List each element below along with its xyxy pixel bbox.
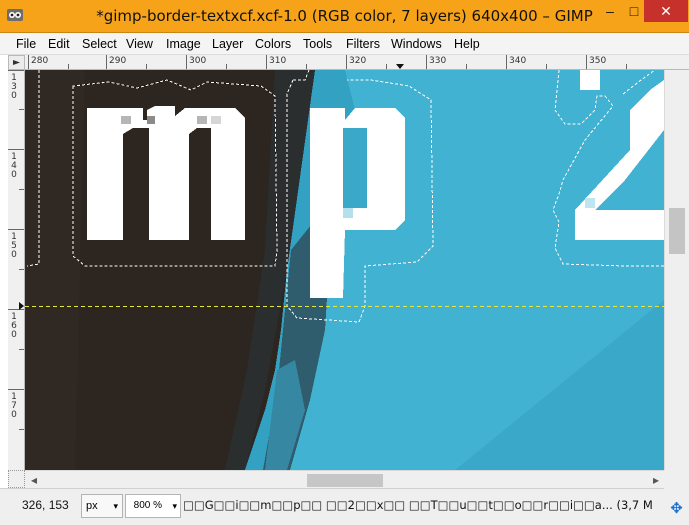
letter-shade: [121, 116, 131, 124]
ruler-label: 290: [109, 56, 127, 66]
menu-windows[interactable]: Windows: [391, 33, 442, 55]
ruler-label-text: 160: [9, 312, 19, 339]
navigate-icon: ✥: [670, 500, 683, 517]
horizontal-scroll-thumb[interactable]: [307, 474, 383, 487]
window-title: *gimp-border-textxcf.xcf-1.0 (RGB color,…: [96, 7, 593, 25]
chevron-down-icon: ▾: [172, 501, 177, 511]
close-button[interactable]: ✕: [644, 0, 688, 22]
ruler-label: 280: [31, 56, 49, 66]
ruler-label: 340: [509, 56, 527, 66]
letter-p-counter: [343, 128, 367, 208]
menu-edit[interactable]: Edit: [48, 33, 70, 55]
horizontal-scrollbar[interactable]: ◂ ▸: [25, 470, 664, 488]
scroll-left-icon[interactable]: ◂: [27, 473, 41, 487]
ruler-label: 170: [9, 392, 19, 419]
vertical-ruler[interactable]: 130 140 150 160 170: [8, 70, 25, 470]
quick-mask-toggle[interactable]: [8, 470, 25, 488]
ruler-label-text: 130: [9, 73, 19, 100]
menu-layer[interactable]: Layer: [212, 33, 243, 55]
ruler-label-text: 140: [9, 152, 19, 179]
zoom-value: 800 %: [133, 500, 162, 511]
vertical-scrollbar[interactable]: [664, 70, 689, 470]
zoom-select[interactable]: 800 % ▾: [125, 494, 181, 518]
arrow-icon: [13, 60, 20, 65]
ruler-label: 300: [189, 56, 207, 66]
menu-filters[interactable]: Filters: [346, 33, 380, 55]
status-message: □□G□□i□□m□□p□□ □□2□□x□□ □□T□□u□□t□□o□□r□…: [183, 498, 653, 512]
letter-shade: [147, 116, 155, 124]
status-bar: 326, 153 px ▾ 800 % ▾ □□G□□i□□m□□p□□ □□2…: [0, 488, 664, 525]
menu-bar: File Edit Select View Image Layer Colors…: [0, 33, 689, 55]
chevron-down-icon: ▾: [113, 501, 118, 511]
ruler-label-text: 150: [9, 232, 19, 259]
ruler-label: 150: [9, 232, 19, 259]
unit-value: px: [86, 500, 98, 512]
menu-view[interactable]: View: [126, 33, 153, 55]
ruler-end: [664, 55, 689, 70]
menu-help[interactable]: Help: [454, 33, 480, 55]
ruler-label: 160: [9, 312, 19, 339]
menu-file[interactable]: File: [16, 33, 36, 55]
minimize-button[interactable]: –: [596, 0, 624, 22]
unit-select[interactable]: px ▾: [81, 494, 123, 518]
letter-m: [87, 106, 245, 240]
image-canvas[interactable]: [25, 70, 664, 470]
navigate-button[interactable]: ✥: [664, 470, 689, 525]
ruler-label: 130: [9, 73, 19, 100]
ruler-corner-button[interactable]: [8, 55, 25, 70]
menu-select[interactable]: Select: [82, 33, 117, 55]
letter-shade: [585, 198, 595, 208]
ruler-label: 140: [9, 152, 19, 179]
letter-z-top: [580, 70, 600, 90]
menu-tools[interactable]: Tools: [303, 33, 332, 55]
ruler-label: 330: [429, 56, 447, 66]
dark-region-left: [25, 70, 85, 470]
letter-shade: [211, 116, 221, 124]
letter-shade: [197, 116, 207, 124]
ruler-label: 310: [269, 56, 287, 66]
maximize-button[interactable]: □: [624, 0, 644, 22]
pointer-coordinates: 326, 153: [22, 498, 69, 512]
ruler-label: 320: [349, 56, 367, 66]
letter-shade: [343, 208, 353, 218]
menu-image[interactable]: Image: [166, 33, 201, 55]
title-bar: *gimp-border-textxcf.xcf-1.0 (RGB color,…: [0, 0, 689, 33]
horizontal-ruler[interactable]: 280 290 300 310 320 330 340 350: [25, 55, 664, 70]
menu-colors[interactable]: Colors: [255, 33, 291, 55]
scroll-right-icon[interactable]: ▸: [649, 473, 663, 487]
ruler-label-text: 170: [9, 392, 19, 419]
ruler-label: 350: [589, 56, 607, 66]
vertical-scroll-thumb[interactable]: [669, 208, 685, 254]
